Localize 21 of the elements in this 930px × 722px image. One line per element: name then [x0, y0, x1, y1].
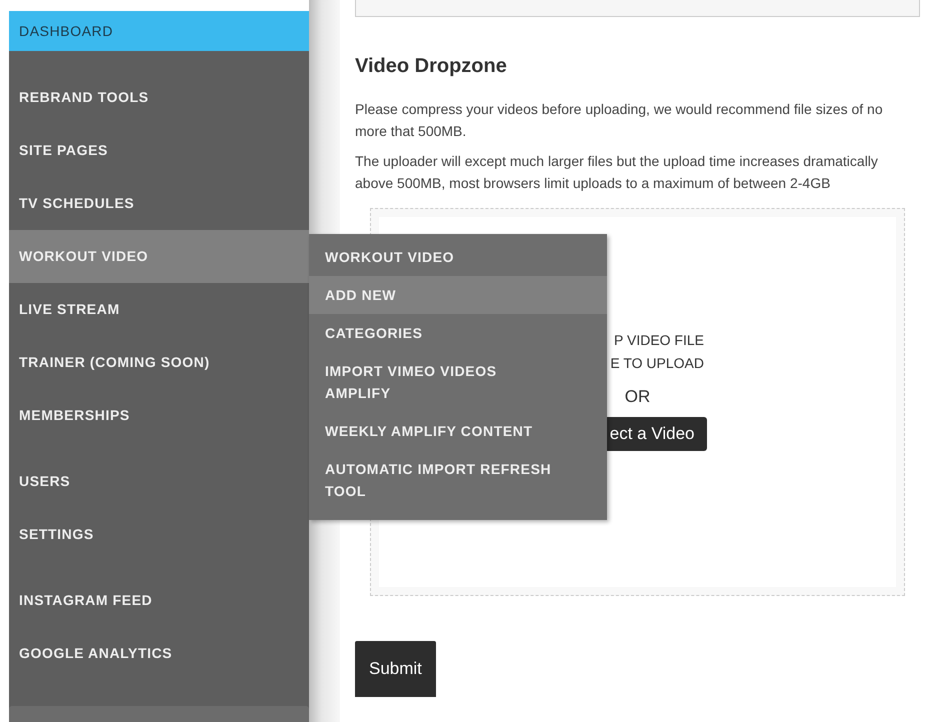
sidebar-item[interactable]: TV SCHEDULES [9, 177, 309, 230]
dropzone-text: E TO UPLOAD [610, 354, 704, 373]
submit-button[interactable]: Submit [355, 641, 436, 697]
sidebar-item[interactable]: GOOGLE ANALYTICS [9, 627, 309, 680]
or-text: OR [624, 387, 650, 407]
sidebar-item[interactable]: SITE PAGES [9, 124, 309, 177]
section-heading: Video Dropzone [355, 55, 508, 78]
dropzone-text: P VIDEO FILE [613, 331, 704, 350]
sidebar-item[interactable]: WORKOUT VIDEO [9, 230, 309, 283]
sidebar-item[interactable]: USERS [9, 455, 309, 508]
sidebar-item[interactable]: LIVE STREAM [9, 283, 309, 336]
paragraph: The uploader will except much larger files but the upload time increases dramatically above 500MB, most browsers limit uploads to a maximum of between 2-4GB [355, 152, 879, 193]
sidebar-item[interactable]: TRAINER (COMING SOON) [9, 336, 309, 389]
sidebar-item[interactable]: INSTAGRAM FEED [9, 574, 309, 627]
paragraph: Please compress your videos before uploading, we would recommend file sizes of no more that 500MB. [355, 100, 884, 141]
sidebar-item[interactable]: REBRAND TOOLS [9, 71, 309, 124]
text-area[interactable] [355, 0, 920, 17]
sidebar-item[interactable]: MEMBERSHIPS [9, 389, 309, 442]
sidebar-item[interactable]: DASHBOARD [9, 11, 309, 51]
sidebar-item[interactable]: SETTINGS [9, 508, 309, 561]
submenu-item[interactable]: ADD NEW [309, 276, 607, 314]
